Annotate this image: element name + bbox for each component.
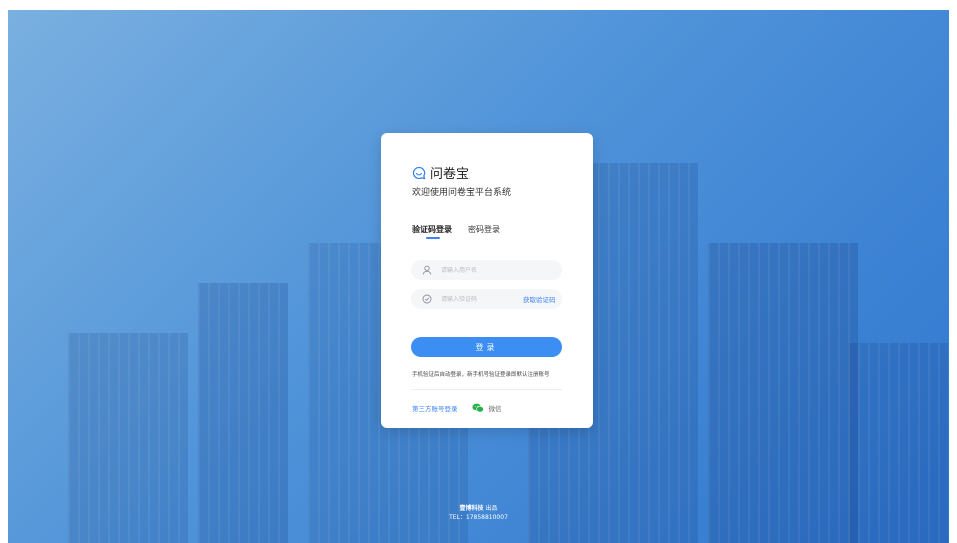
wechat-login-button[interactable]: 微信 xyxy=(471,403,502,413)
speech-bubble-icon xyxy=(412,166,426,179)
tab-password-login[interactable]: 密码登录 xyxy=(468,224,500,235)
login-button[interactable]: 登录 xyxy=(411,337,562,357)
login-notice: 手机验证后自动登录，新手机号验证登录即默认注册账号 xyxy=(412,372,550,378)
tab-sms-code-login[interactable]: 验证码登录 xyxy=(412,224,452,239)
user-icon xyxy=(422,265,432,275)
get-code-button[interactable]: 获取验证码 xyxy=(523,294,556,304)
tab-label: 密码登录 xyxy=(468,225,500,234)
login-card: 问卷宝 欢迎使用问卷宝平台系统 验证码登录 密码登录 获取验证码 登录 手机验证… xyxy=(381,133,593,428)
building-silhouette xyxy=(198,283,288,543)
username-field xyxy=(411,260,562,280)
tab-label: 验证码登录 xyxy=(412,225,452,234)
footer-tel: TEL：17858810007 xyxy=(449,514,508,521)
login-tabs: 验证码登录 密码登录 xyxy=(412,224,500,239)
verification-code-input[interactable] xyxy=(441,295,521,303)
active-tab-indicator xyxy=(426,237,440,239)
third-party-label: 第三方账号登录 xyxy=(412,405,458,413)
shield-check-icon xyxy=(422,294,432,304)
third-party-login: 第三方账号登录 微信 xyxy=(412,403,502,413)
welcome-subtitle: 欢迎使用问卷宝平台系统 xyxy=(412,188,512,198)
building-silhouette xyxy=(848,343,948,543)
brand-name: 问卷宝 xyxy=(430,167,470,182)
wechat-icon xyxy=(471,403,484,413)
brand-logo: 问卷宝 xyxy=(412,163,469,182)
username-input[interactable] xyxy=(441,266,521,274)
footer-company: 壹博科技 出品 xyxy=(0,505,957,513)
building-silhouette xyxy=(708,243,858,543)
verification-code-field: 获取验证码 xyxy=(411,289,562,309)
company-suffix: 出品 xyxy=(485,505,498,512)
wechat-label: 微信 xyxy=(488,405,502,413)
company-name: 壹博科技 xyxy=(459,505,484,512)
divider xyxy=(411,389,562,390)
